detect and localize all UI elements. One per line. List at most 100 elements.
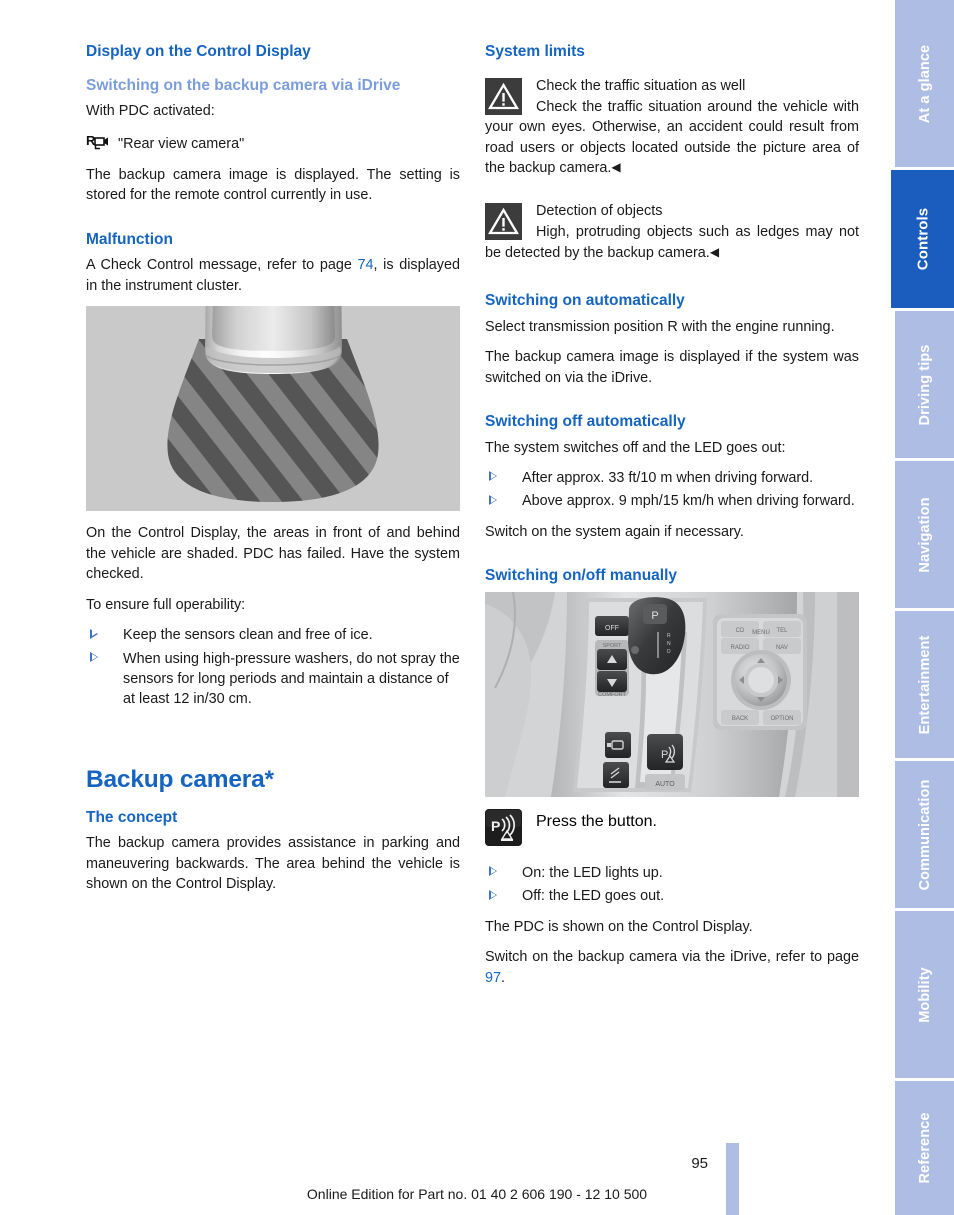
list-item: Keep the sensors clean and free of ice. <box>86 625 460 645</box>
switch-idrive-text-pre: Switch on the backup camera via the iDri… <box>485 949 859 966</box>
warning-end-marker: ◀ <box>709 244 720 259</box>
paragraph-check-control: A Check Control message, refer to page 7… <box>86 255 460 296</box>
svg-text:OPTION: OPTION <box>770 716 793 722</box>
svg-text:BACK: BACK <box>732 716 748 722</box>
svg-text:P: P <box>651 610 658 622</box>
list-item-label: On: the LED lights up. <box>522 864 663 881</box>
svg-text:MENU: MENU <box>752 630 770 636</box>
paragraph-pdc-shown: The PDC is shown on the Control Display. <box>485 918 753 935</box>
tab-label: Controls <box>914 207 931 271</box>
vehicle-top-view <box>205 306 342 375</box>
rear-view-camera-icon: R <box>86 133 111 150</box>
left-column: Display on the Control Display Switching… <box>86 42 460 895</box>
paragraph-image-displayed: The backup camera image is displayed. Th… <box>86 166 460 204</box>
list-item-label: When using high-pressure washers, do not… <box>123 650 460 708</box>
idrive-menu-item-row: R "Rear view camera" <box>86 131 460 154</box>
heading-switching-on-automatically: Switching on automatically <box>485 292 685 310</box>
bullet-triangle-icon <box>90 628 98 639</box>
svg-text:SPORT: SPORT <box>603 643 622 649</box>
paragraph-ensure-operability: To ensure full operability: <box>86 596 246 613</box>
list-item-label: Off: the LED goes out. <box>522 888 665 905</box>
heading-display-on-control-display: Display on the Control Display <box>86 43 311 60</box>
warning-text-body: Check the traffic situation around the v… <box>485 98 859 177</box>
list-item: Above approx. 9 mph/15 km/h when driving… <box>485 491 859 511</box>
warning-title: Check the traffic situation as well <box>536 77 746 94</box>
tab-driving-tips[interactable]: Driving tips <box>895 311 954 461</box>
list-item: When using high-pressure washers, do not… <box>86 649 460 710</box>
bullet-list-operability: Keep the sensors clean and free of ice. … <box>86 625 460 710</box>
press-button-label: Press the button. <box>536 812 657 830</box>
chapter-tab-rail: At a glance Controls Driving tips Naviga… <box>890 0 954 1215</box>
page-reference-74[interactable]: 74 <box>358 257 374 273</box>
tab-entertainment[interactable]: Entertainment <box>895 611 954 761</box>
pdc-button-icon: P <box>485 808 522 846</box>
subheading-switching-on-via-idrive: Switching on the backup camera via iDriv… <box>86 76 401 94</box>
paragraph-concept: The backup camera provides assistance in… <box>86 835 460 893</box>
svg-text:OFF: OFF <box>605 625 619 632</box>
paragraph-switch-on-again: Switch on the system again if necessary. <box>485 523 744 540</box>
page-number-bar <box>726 1143 739 1215</box>
list-item: After approx. 33 ft/10 m when driving fo… <box>485 468 859 488</box>
page-reference-97[interactable]: 97 <box>485 970 501 986</box>
svg-text:N: N <box>667 641 671 647</box>
pdc-button-on-console: P AUTO <box>645 733 685 790</box>
press-button-row: P Press the button. <box>485 808 859 851</box>
svg-text:RADIO: RADIO <box>730 645 749 651</box>
svg-text:P: P <box>491 818 500 834</box>
heading-switching-off-automatically: Switching off automatically <box>485 413 686 431</box>
idrive-menu-item-label: "Rear view camera" <box>118 136 245 153</box>
list-item-label: Above approx. 9 mph/15 km/h when driving… <box>522 493 855 510</box>
bullet-triangle-icon <box>489 471 497 482</box>
figure-center-console: OFF SPORT COMFORT P R N D P AUTO CD TEL … <box>485 591 859 797</box>
bullet-list-switch-off-conditions: After approx. 33 ft/10 m when driving fo… <box>485 468 859 512</box>
svg-text:TEL: TEL <box>776 628 788 634</box>
svg-text:R: R <box>667 633 671 639</box>
idrive-controller: CD TEL RADIO NAV MENU BACK OPTION <box>713 613 807 730</box>
warning-text: High, protruding objects such as ledges … <box>485 222 859 263</box>
chapter-title-backup-camera: Backup camera* <box>86 765 274 793</box>
footer-note: Online Edition for Part no. 01 40 2 606 … <box>306 1186 648 1202</box>
tab-label: At a glance <box>916 44 933 123</box>
tab-communication[interactable]: Communication <box>895 761 954 911</box>
tab-label: Driving tips <box>916 344 933 425</box>
svg-text:D: D <box>667 649 671 655</box>
right-column: System limits Check the traffic situatio… <box>485 42 859 988</box>
list-item: On: the LED lights up. <box>485 863 859 883</box>
bullet-triangle-icon <box>489 889 497 900</box>
paragraph-shaded-areas: On the Control Display, the areas in fro… <box>86 525 460 583</box>
warning-text-body: High, protruding objects such as ledges … <box>485 224 859 261</box>
heading-the-concept: The concept <box>86 808 178 826</box>
svg-text:COMFORT: COMFORT <box>598 692 626 698</box>
figure-pdc-failed-shaded-areas <box>86 306 460 512</box>
heading-switching-on-off-manually: Switching on/off manually <box>485 567 678 585</box>
svg-text:NAV: NAV <box>776 645 788 651</box>
bullet-triangle-icon <box>489 494 497 505</box>
warning-end-marker: ◀ <box>611 160 621 175</box>
heading-malfunction: Malfunction <box>86 230 173 248</box>
list-item-label: After approx. 33 ft/10 m when driving fo… <box>522 469 814 486</box>
drive-mode-rocker: SPORT COMFORT <box>595 639 629 698</box>
tab-controls[interactable]: Controls <box>891 170 954 311</box>
paragraph-image-displayed-auto: The backup camera image is displayed if … <box>485 349 859 386</box>
tab-label: Reference <box>916 1112 933 1184</box>
tab-label: Mobility <box>916 966 933 1023</box>
tab-mobility[interactable]: Mobility <box>895 911 954 1081</box>
tab-at-a-glance[interactable]: At a glance <box>895 0 954 170</box>
tab-label: Navigation <box>916 496 933 573</box>
check-control-text-pre: A Check Control message, refer to page <box>86 257 358 274</box>
tab-navigation[interactable]: Navigation <box>895 461 954 611</box>
paragraph-with-pdc-activated: With PDC activated: <box>86 103 215 120</box>
tab-label: Communication <box>916 779 933 890</box>
bullet-triangle-icon <box>489 866 497 877</box>
bullet-triangle-icon <box>90 652 98 663</box>
warning-triangle-icon <box>485 77 522 115</box>
warning-title: Detection of objects <box>536 202 663 219</box>
warning-block-detection-of-objects: Detection of objects High, protruding ob… <box>485 201 859 263</box>
bullet-list-led-states: On: the LED lights up. Off: the LED goes… <box>485 863 859 907</box>
warning-block-traffic-situation: Check the traffic situation as well Chec… <box>485 76 859 179</box>
paragraph-system-switches-off: The system switches off and the LED goes… <box>485 439 786 456</box>
list-item: Off: the LED goes out. <box>485 886 859 906</box>
warning-text: Check the traffic situation around the v… <box>485 97 859 179</box>
dsc-off-button: OFF <box>595 615 629 636</box>
heading-system-limits: System limits <box>485 43 585 60</box>
